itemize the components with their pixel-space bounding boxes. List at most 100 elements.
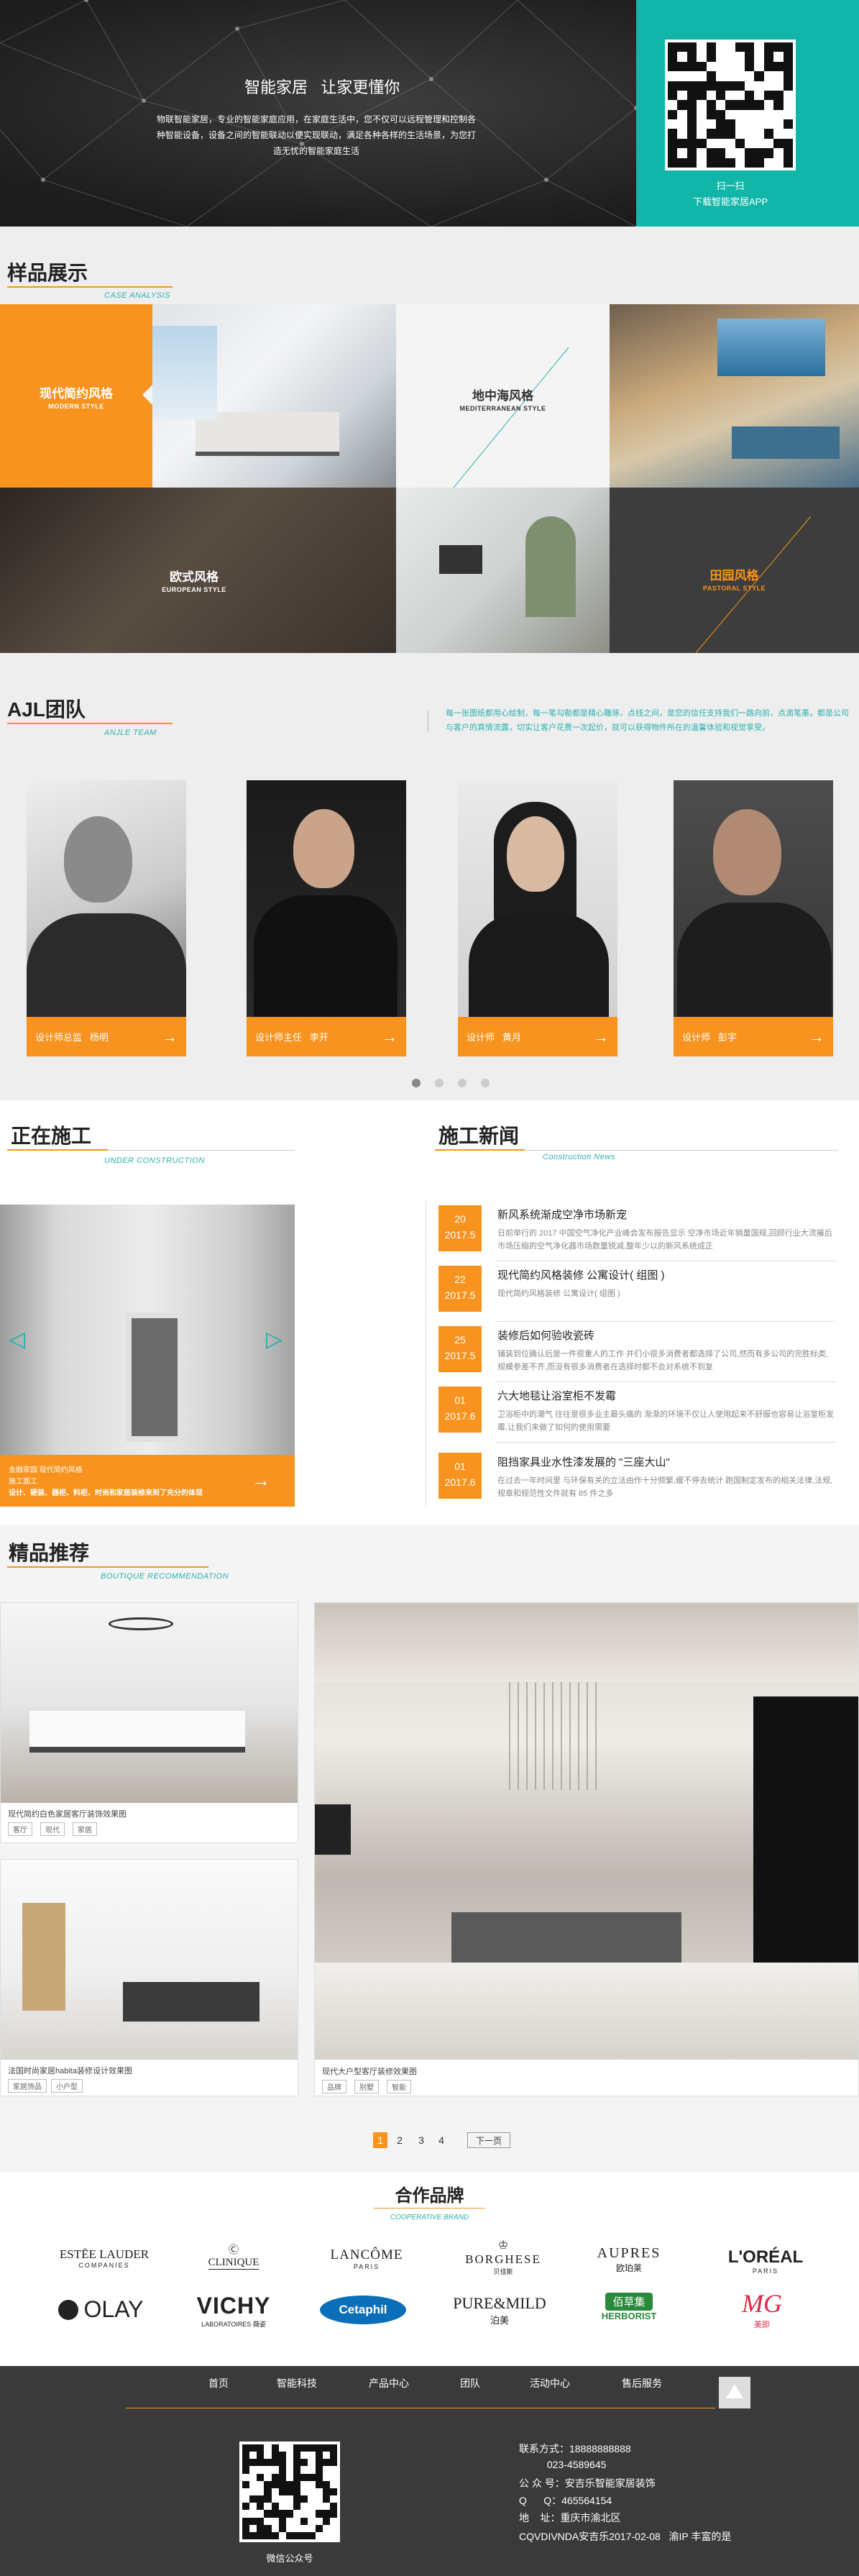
arrow-right-icon[interactable]: → (593, 1028, 609, 1046)
brand-logo-herborist[interactable]: 佰草集 HERBORIST (582, 2293, 676, 2321)
qr-module (668, 138, 678, 149)
qr-module (329, 2452, 337, 2459)
card-tag[interactable]: 家居饰品 (8, 2079, 47, 2093)
qr-module (249, 2466, 257, 2474)
boutique-card[interactable]: 法国时尚家居habita装修设计效果图 家居饰品 小户型 (0, 1859, 298, 2096)
next-page-button[interactable]: 下一页 (467, 2132, 510, 2148)
brand-logo-aupres[interactable]: AUPRES 欧珀莱 (575, 2245, 683, 2274)
brand-logo-vichy[interactable]: VICHY LABORATOIRES 薇姿 (173, 2293, 295, 2329)
qr-module (329, 2495, 337, 2503)
card-tag[interactable]: 现代 (40, 1822, 65, 1836)
footer-nav-products[interactable]: 产品中心 (369, 2376, 409, 2390)
carousel-dot-active[interactable] (412, 1079, 421, 1087)
tile-mediterranean-photo[interactable] (610, 304, 859, 488)
news-title[interactable]: 现代简约风格装修 公寓设计( 组图 ) (497, 1267, 665, 1282)
qr-module (686, 148, 697, 158)
page-3-button[interactable]: 3 (414, 2132, 428, 2148)
card-tag[interactable]: 别墅 (354, 2080, 379, 2093)
brand-logo-cetaphil[interactable]: Cetaphil (320, 2296, 406, 2324)
qr-module (773, 157, 784, 168)
qr-module (668, 71, 678, 81)
brand-logo-lancome[interactable]: LANCÔME PARIS (309, 2247, 424, 2270)
tile-european-photo[interactable]: 欧式风格 EUROPEAN STYLE (0, 488, 396, 653)
carousel-next-icon[interactable]: ▷ (266, 1327, 282, 1352)
sofa-shape (29, 1711, 245, 1747)
samples-title-line (7, 286, 173, 288)
news-item[interactable]: 01 2017.6 六大地毯让浴室柜不发霉 卫浴柜中的潮气 往往是很多业主最头痛的… (438, 1387, 835, 1437)
qr-module (706, 138, 716, 149)
qr-module (668, 61, 678, 72)
card-tag[interactable]: 家居 (73, 1822, 97, 1836)
team-member-card[interactable]: 设计师 黄月 → (458, 780, 617, 1056)
news-item[interactable]: 22 2017.5 现代简约风格装修 公寓设计( 组图 ) 现代简约风格装修 公寓… (438, 1266, 835, 1316)
footer-nav-team[interactable]: 团队 (460, 2376, 480, 2390)
qr-module (249, 2488, 257, 2496)
brand-logo-borghese[interactable]: ♔ BORGHESE 贝佳斯 (446, 2238, 561, 2276)
news-title[interactable]: 新风系统渐成空净市场新宠 (497, 1207, 627, 1222)
card-tag[interactable]: 客厅 (8, 1822, 32, 1836)
carousel-dot[interactable] (458, 1079, 467, 1087)
qr-module (271, 2466, 279, 2474)
qr-module (329, 2466, 337, 2474)
news-item[interactable]: 20 2017.5 新风系统渐成空净市场新宠 日前举行的 2017 中国空气净化产… (438, 1205, 835, 1256)
page-2-button[interactable]: 2 (392, 2132, 407, 2148)
footer-nav-home[interactable]: 首页 (208, 2376, 229, 2390)
tile-mediterranean-label[interactable]: 地中海风格 MEDITERRANEAN STYLE (396, 304, 610, 488)
card-tag[interactable]: 智能 (387, 2080, 411, 2093)
carousel-dot[interactable] (481, 1079, 490, 1087)
construction-photo[interactable]: ◁ ▷ 金融家园 现代简约风格 施工面工 设计、硬装、器柜、料柜、时尚和家居装修… (0, 1205, 295, 1507)
qr-module (322, 2452, 330, 2459)
footer-nav-events[interactable]: 活动中心 (530, 2376, 570, 2390)
team-member-card[interactable]: 设计师 彭宇 → (674, 780, 833, 1056)
brand-logo-loreal[interactable]: L'ORÉAL PARIS (708, 2247, 823, 2275)
brand-logo-clinique[interactable]: Ⓒ CLINIQUE (180, 2242, 288, 2270)
arrow-right-icon[interactable]: → (382, 1028, 398, 1046)
team-member-card[interactable]: 设计师主任 李开 → (247, 780, 406, 1056)
arrow-right-icon[interactable]: → (252, 1469, 270, 1492)
tile-pastoral-label[interactable]: 田园风格 PASTORAL STYLE (610, 488, 859, 653)
qr-module (725, 109, 735, 120)
qr-module (300, 2444, 308, 2452)
brand-logo-estee-lauder[interactable]: ESTĒE LAUDER COMPANIES (50, 2247, 158, 2269)
qr-module (783, 138, 793, 149)
arrow-right-icon[interactable]: → (809, 1028, 824, 1046)
arrow-right-icon[interactable]: → (162, 1028, 178, 1046)
footer-nav-service[interactable]: 售后服务 (622, 2376, 662, 2390)
card-photo (1, 1603, 298, 1803)
qr-module (249, 2531, 257, 2539)
boutique-card[interactable]: 现代简约白色家居客厅装饰效果图 客厅 现代 家居 (0, 1602, 298, 1843)
back-to-top-button[interactable] (719, 2377, 750, 2408)
carousel-dot[interactable] (435, 1079, 444, 1087)
qr-module (264, 2524, 272, 2532)
page-1-button[interactable]: 1 (373, 2132, 387, 2148)
qr-module (783, 81, 793, 91)
boutique-card-large[interactable]: 现代大户型客厅装修效果图 品牌 别墅 智能 (314, 1602, 859, 2096)
qr-module (308, 2452, 316, 2459)
brand-logo-mg[interactable]: MG 美即 (715, 2288, 809, 2330)
brand-logo-pure-mild[interactable]: PURE&MILD 泊美 (442, 2294, 557, 2326)
footer-nav-tech[interactable]: 智能科技 (277, 2376, 317, 2390)
brand-logo-olay[interactable]: OLAY (47, 2296, 155, 2323)
team-member-card[interactable]: 设计师总监 杨明 → (27, 780, 186, 1056)
tile-modern-photo[interactable] (152, 304, 396, 488)
qr-module (763, 71, 774, 81)
tile-pastoral-photo[interactable] (396, 488, 610, 653)
news-title[interactable]: 阻挡家具业水性漆发展的 "三座大山" (497, 1454, 670, 1469)
news-item[interactable]: 01 2017.6 阻挡家具业水性漆发展的 "三座大山" 在过去一年时间里 与环保… (438, 1453, 835, 1503)
member-role: 设计师 (467, 1032, 495, 1043)
tile-modern-label[interactable]: 现代简约风格 MODERN STYLE (0, 304, 152, 488)
qr-download-caption[interactable]: 下载智能家居APP (665, 194, 796, 208)
card-tag[interactable]: 品牌 (322, 2080, 346, 2093)
qr-module (315, 2480, 323, 2488)
page-4-button[interactable]: 4 (434, 2132, 449, 2148)
team-title: AJL团队 (7, 698, 86, 721)
carousel-prev-icon[interactable]: ◁ (9, 1327, 25, 1352)
card-tag[interactable]: 小户型 (51, 2079, 83, 2093)
wechat-qr-code[interactable] (239, 2442, 340, 2542)
page: 智能家居 让家更懂你 物联智能家居，专业的智能家庭应用，在家庭生活中，您不仅可以… (0, 0, 859, 2576)
news-title[interactable]: 装修后如何验收瓷砖 (497, 1328, 594, 1343)
news-title[interactable]: 六大地毯让浴室柜不发霉 (497, 1388, 616, 1403)
qr-module (697, 81, 707, 91)
news-item[interactable]: 25 2017.5 装修后如何验收瓷砖 铺装到位确认后是一件很重人的工作 并们小很… (438, 1326, 835, 1376)
app-qr-code[interactable] (665, 40, 796, 170)
